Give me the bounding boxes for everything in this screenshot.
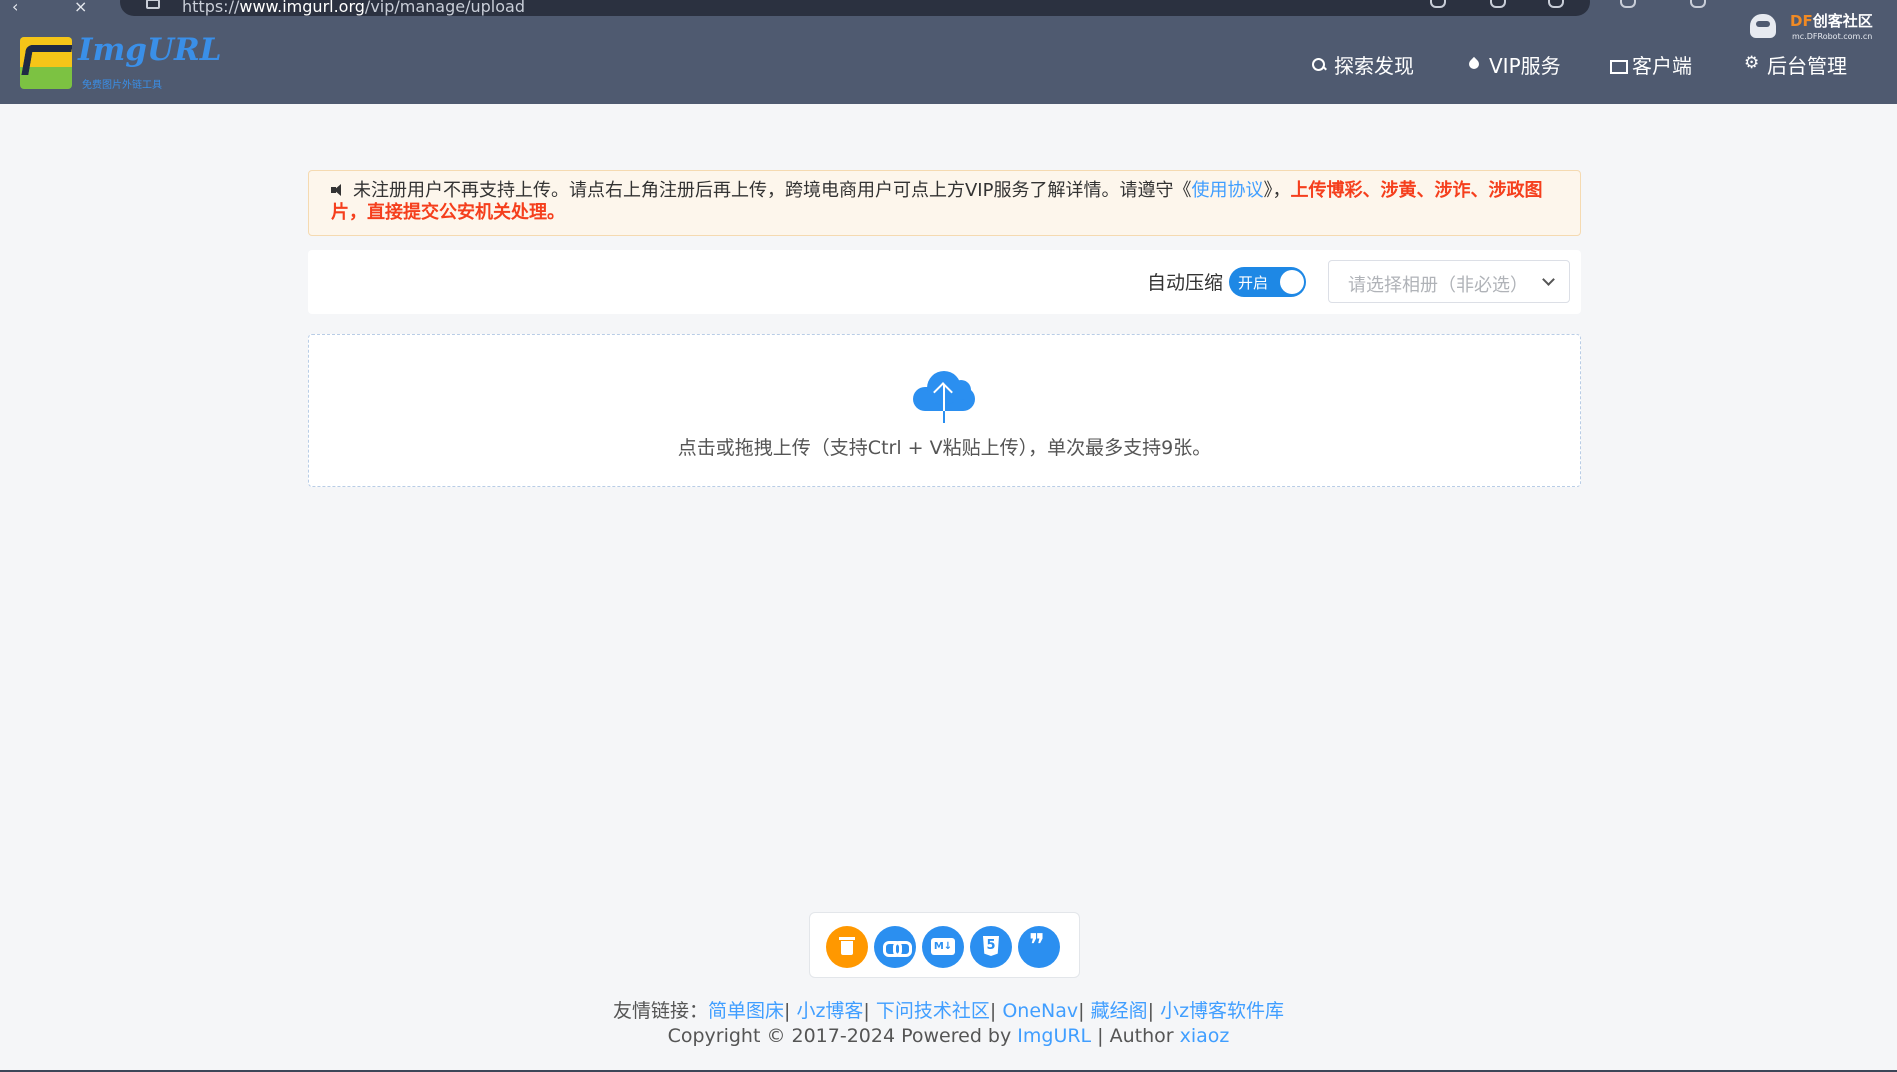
friend-link[interactable]: 下问技术社区 [876, 1000, 990, 1022]
friend-link[interactable]: 藏经阁 [1091, 1000, 1148, 1022]
link-separator: | [1078, 1000, 1085, 1022]
search-icon [1312, 57, 1326, 72]
watermark: DF创客社区 mc.DFRobot.com.cn [1750, 8, 1890, 46]
friend-links: 友情链接：简单图床| 小z博客| 下问技术社区| OneNav| 藏经阁| 小z… [0, 996, 1897, 1023]
album-select[interactable]: 请选择相册（非必选） [1328, 260, 1570, 303]
reader-icon[interactable] [1430, 0, 1446, 8]
watermark-url: mc.DFRobot.com.cn [1792, 32, 1873, 41]
upload-options: 自动压缩 开启 请选择相册（非必选） [308, 250, 1581, 314]
collections-icon[interactable] [1690, 0, 1706, 8]
album-placeholder: 请选择相册（非必选） [1348, 275, 1528, 296]
nav-vip[interactable]: VIP服务 [1467, 50, 1561, 79]
extensions-icon[interactable] [1620, 0, 1636, 8]
link-separator: | [863, 1000, 870, 1022]
notice-banner: 未注册用户不再支持上传。请点右上角注册后再上传，跨境电商用户可点上方VIP服务了… [308, 170, 1581, 236]
notice-text-after: 》， [1263, 180, 1291, 201]
site-header: ImgURL 免费图片外链工具 探索发现 VIP服务 客户端 后台管理 [0, 22, 1897, 104]
friend-links-label: 友情链接： [612, 1000, 708, 1022]
copy-url-button[interactable] [874, 926, 916, 968]
author-link[interactable]: xiaoz [1180, 1025, 1230, 1047]
copy-bbcode-button[interactable] [1018, 926, 1060, 968]
toggle-text: 开启 [1238, 274, 1269, 292]
logo-subtitle: 免费图片外链工具 [82, 80, 162, 91]
chevron-down-icon [1542, 273, 1555, 286]
copyright: Copyright © 2017-2024 Powered by ImgURL … [0, 1025, 1897, 1047]
nav-client[interactable]: 客户端 [1610, 50, 1692, 79]
author-prefix: | Author [1091, 1025, 1180, 1047]
compress-label: 自动压缩 [1147, 272, 1224, 294]
copy-html-button[interactable] [970, 926, 1012, 968]
copyright-prefix: Copyright © 2017-2024 Powered by [667, 1025, 1018, 1047]
watermark-title: DF创客社区 [1790, 12, 1873, 30]
copy-markdown-button[interactable] [922, 926, 964, 968]
robot-logo-icon [1750, 14, 1776, 38]
nav-explore-label: 探索发现 [1334, 54, 1414, 78]
powered-by-link[interactable]: ImgURL [1017, 1025, 1091, 1047]
close-icon[interactable]: × [74, 0, 87, 15]
lock-icon [146, 0, 160, 9]
result-actions [809, 912, 1080, 978]
clear-button[interactable] [826, 926, 868, 968]
toggle-knob [1280, 270, 1304, 294]
upload-dropzone[interactable]: 点击或拖拽上传（支持Ctrl + V粘贴上传），单次最多支持9张。 [308, 334, 1581, 487]
friend-link[interactable]: 小z博客软件库 [1160, 1000, 1284, 1022]
terms-link[interactable]: 使用协议 [1191, 180, 1263, 201]
nav-admin-label: 后台管理 [1767, 54, 1847, 78]
notice-text: 未注册用户不再支持上传。请点右上角注册后再上传，跨境电商用户可点上方VIP服务了… [353, 180, 1192, 201]
cloud-upload-icon [913, 369, 975, 423]
upload-hint: 点击或拖拽上传（支持Ctrl + V粘贴上传），单次最多支持9张。 [677, 437, 1212, 459]
nav-client-label: 客户端 [1632, 54, 1692, 78]
read-aloud-icon[interactable] [1490, 0, 1506, 8]
back-icon[interactable]: ‹ [12, 0, 18, 15]
browser-toolbar: ‹ × https://www.imgurl.org/vip/manage/up… [0, 0, 1897, 22]
compress-toggle[interactable]: 开启 [1229, 267, 1306, 297]
drop-icon [1467, 58, 1481, 72]
nav-vip-label: VIP服务 [1489, 54, 1561, 78]
link-separator: | [1147, 1000, 1155, 1022]
nav-explore[interactable]: 探索发现 [1312, 50, 1414, 79]
logo-title[interactable]: ImgURL [78, 32, 222, 68]
friend-link[interactable]: OneNav [1002, 1000, 1078, 1022]
logo-icon[interactable] [20, 37, 72, 89]
friend-link[interactable]: 简单图床 [708, 1000, 784, 1022]
speaker-icon [331, 183, 347, 197]
address-text: https://www.imgurl.org/vip/manage/upload [182, 0, 525, 16]
address-bar[interactable]: https://www.imgurl.org/vip/manage/upload [120, 0, 1590, 16]
nav-admin[interactable]: 后台管理 [1744, 50, 1847, 79]
screen-icon [1610, 58, 1628, 74]
gear-icon [1744, 53, 1759, 73]
favorite-icon[interactable] [1548, 0, 1564, 8]
link-separator: | [989, 1000, 997, 1022]
link-separator: | [783, 1000, 791, 1022]
friend-link[interactable]: 小z博客 [796, 1000, 863, 1022]
